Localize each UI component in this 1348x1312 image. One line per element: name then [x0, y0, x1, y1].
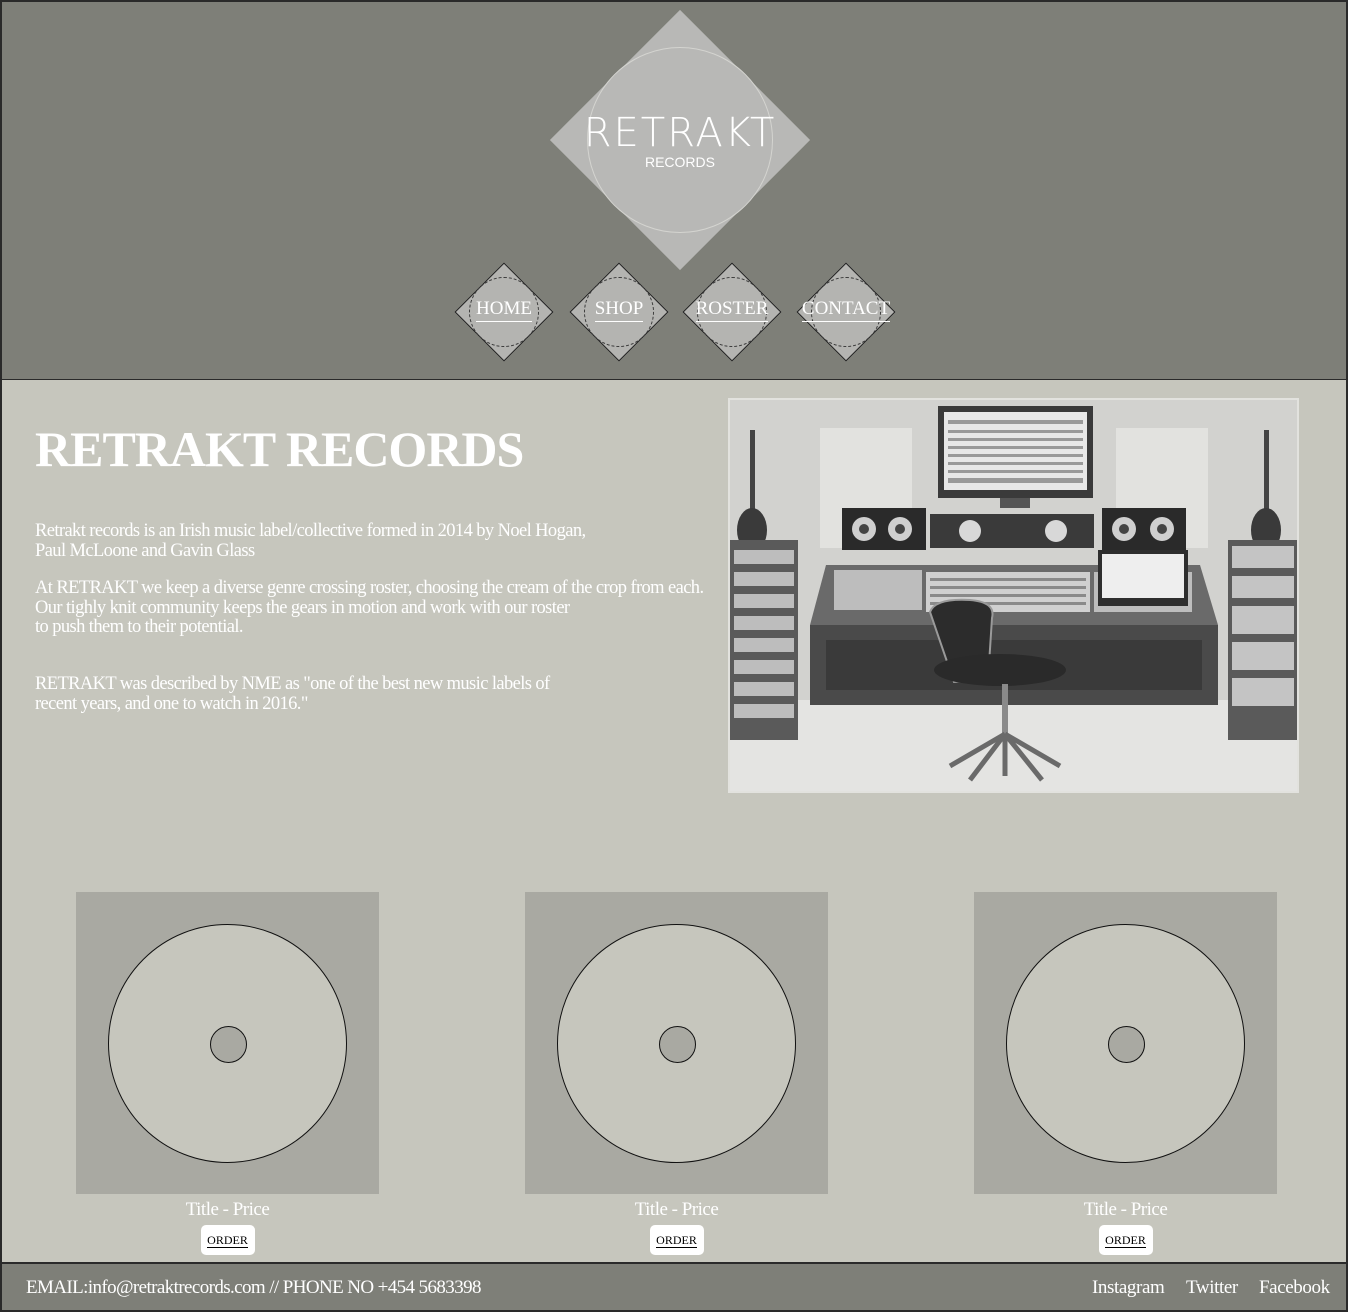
order-button[interactable]: ORDER: [200, 1225, 255, 1255]
facebook-link[interactable]: Facebook: [1259, 1277, 1330, 1299]
intro-paragraph-1: Retrakt records is an Irish music label/…: [35, 521, 586, 561]
site-header: RETRAKT RECORDS HOME SHOP ROSTER CONTACT: [0, 0, 1348, 380]
disc-hole: [210, 1026, 247, 1063]
disc-icon: [108, 924, 347, 1163]
instagram-link[interactable]: Instagram: [1092, 1277, 1165, 1299]
nav-shop[interactable]: SHOP: [569, 262, 669, 362]
nav-contact-label: CONTACT: [801, 298, 891, 322]
order-button-label: ORDER: [1105, 1232, 1146, 1248]
release-title-price: Title - Price: [634, 1199, 719, 1220]
order-button[interactable]: ORDER: [1098, 1225, 1153, 1255]
site-footer: EMAIL:info@retraktrecords.com // PHONE N…: [0, 1262, 1348, 1312]
release-title-price: Title - Price: [185, 1199, 270, 1220]
release-card: Title - Price ORDER: [525, 892, 828, 1255]
release-cover: [974, 892, 1277, 1194]
order-button-label: ORDER: [656, 1232, 697, 1248]
intro-paragraph-3: RETRAKT was described by NME as "one of …: [35, 674, 550, 714]
release-card: Title - Price ORDER: [76, 892, 379, 1255]
studio-photo-illustration: [730, 400, 1297, 791]
disc-hole: [659, 1026, 696, 1063]
release-cover: [525, 892, 828, 1194]
page-title: RETRAKT RECORDS: [35, 421, 524, 477]
release-cover: [76, 892, 379, 1194]
footer-contact: EMAIL:info@retraktrecords.com // PHONE N…: [26, 1277, 482, 1298]
intro-paragraph-2: At RETRAKT we keep a diverse genre cross…: [35, 578, 704, 637]
disc-icon: [1006, 924, 1245, 1163]
nav-shop-label: SHOP: [594, 298, 644, 322]
logo-wordmark: RETRAKT: [583, 110, 777, 156]
order-button[interactable]: ORDER: [649, 1225, 704, 1255]
disc-hole: [1108, 1026, 1145, 1063]
order-button-label: ORDER: [207, 1232, 248, 1248]
main-content: RETRAKT RECORDS Retrakt records is an Ir…: [0, 380, 1348, 1262]
release-title-price: Title - Price: [1083, 1199, 1168, 1220]
disc-icon: [557, 924, 796, 1163]
nav-home-label: HOME: [476, 298, 532, 322]
release-card: Title - Price ORDER: [974, 892, 1277, 1255]
twitter-link[interactable]: Twitter: [1186, 1277, 1238, 1299]
studio-photo: [728, 398, 1299, 793]
logo-subtitle: RECORDS: [644, 154, 715, 170]
nav-contact[interactable]: CONTACT: [796, 262, 896, 362]
nav-home[interactable]: HOME: [454, 262, 554, 362]
nav-roster-label: ROSTER: [695, 298, 769, 322]
nav-roster[interactable]: ROSTER: [682, 262, 782, 362]
